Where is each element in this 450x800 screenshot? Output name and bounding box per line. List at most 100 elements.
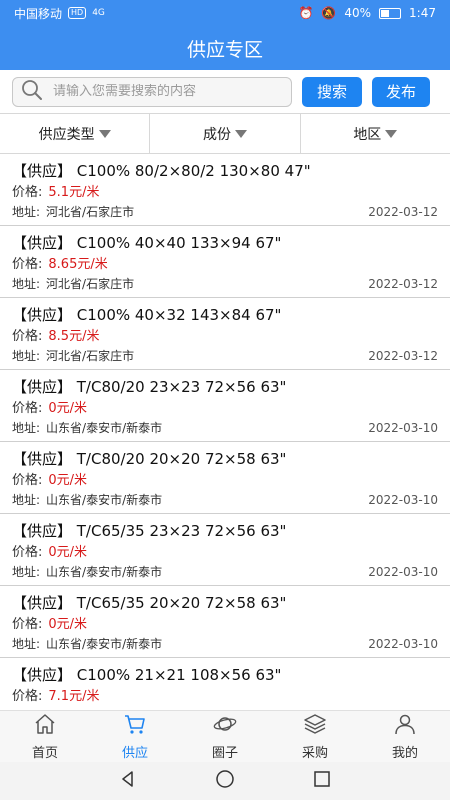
item-date: 2022-03-10 (368, 565, 438, 579)
person-icon (393, 712, 417, 740)
search-input[interactable] (53, 84, 263, 99)
back-icon[interactable] (117, 768, 139, 794)
item-title: 【供应】 C100% 40×32 143×84 67" (12, 306, 282, 324)
filter-supply-type[interactable]: 供应类型 (0, 114, 151, 153)
search-button[interactable]: 搜索 (302, 76, 362, 107)
item-price: 7.1元/米 (48, 689, 100, 704)
address-label: 地址: (12, 205, 41, 219)
filter-label: 成份 (202, 126, 231, 143)
item-date: 2022-03-12 (368, 205, 438, 219)
system-navbar (0, 762, 450, 800)
tab-label: 我的 (391, 746, 418, 761)
status-bar: 中国移动 HD 4G ⏰ 🔕 40% 1:47 (0, 0, 450, 26)
supply-list: 【供应】 C100% 80/2×80/2 130×80 47" 价格: 5.1元/… (0, 154, 450, 710)
item-date: 2022-03-10 (368, 493, 438, 507)
hd-badge: HD (68, 7, 87, 19)
filter-label: 供应类型 (38, 126, 95, 143)
page-header: 供应专区 (0, 26, 450, 70)
item-title: 【供应】 T/C65/35 23×23 72×56 63" (12, 522, 287, 540)
address-label: 地址: (12, 493, 41, 507)
tab-label: 供应 (121, 746, 148, 761)
tab-label: 圈子 (211, 746, 238, 761)
list-item[interactable]: 【供应】 T/C65/35 23×23 72×56 63" 价格: 0元/米 地址… (0, 514, 450, 586)
tab-circle[interactable]: 圈子 (180, 711, 270, 762)
address-label: 地址: (12, 349, 41, 363)
clock: 1:47 (409, 6, 436, 20)
item-date: 2022-03-10 (368, 421, 438, 435)
carrier-label: 中国移动 (14, 6, 63, 21)
list-item[interactable]: 【供应】 C100% 21×21 108×56 63" 价格: 7.1元/米 (0, 658, 450, 710)
tab-purchase[interactable]: 采购 (270, 711, 360, 762)
home-circle-icon[interactable] (214, 768, 236, 794)
tab-profile[interactable]: 我的 (360, 711, 450, 762)
home-icon (33, 712, 57, 740)
price-label: 价格: (12, 401, 43, 416)
item-price: 8.65元/米 (48, 257, 108, 272)
item-title: 【供应】 T/C80/20 23×23 72×56 63" (12, 378, 287, 396)
item-date: 2022-03-12 (368, 349, 438, 363)
address-label: 地址: (12, 277, 41, 291)
item-price: 0元/米 (48, 473, 88, 488)
alarm-icon: ⏰ (298, 6, 314, 20)
item-address: 河北省/石家庄市 (46, 349, 135, 363)
mute-icon: 🔕 (321, 6, 337, 20)
address-label: 地址: (12, 637, 41, 651)
caret-down-icon (234, 129, 247, 138)
tab-label: 采购 (301, 746, 328, 761)
recents-icon[interactable] (311, 768, 333, 794)
item-address: 山东省/泰安市/新泰市 (46, 565, 163, 579)
item-price: 0元/米 (48, 401, 88, 416)
list-item[interactable]: 【供应】 C100% 40×40 133×94 67" 价格: 8.65元/米 地… (0, 226, 450, 298)
filter-composition[interactable]: 成份 (150, 114, 301, 153)
item-address: 山东省/泰安市/新泰市 (46, 637, 163, 651)
item-price: 0元/米 (48, 545, 88, 560)
item-title: 【供应】 T/C65/35 20×20 72×58 63" (12, 594, 287, 612)
page-title: 供应专区 (186, 38, 263, 61)
stack-icon (303, 712, 327, 740)
price-label: 价格: (12, 689, 43, 704)
caret-down-icon (385, 129, 398, 138)
list-item[interactable]: 【供应】 T/C80/20 23×23 72×56 63" 价格: 0元/米 地址… (0, 370, 450, 442)
item-address: 山东省/泰安市/新泰市 (46, 421, 163, 435)
tab-label: 首页 (31, 746, 58, 761)
item-date: 2022-03-12 (368, 277, 438, 291)
list-item[interactable]: 【供应】 C100% 80/2×80/2 130×80 47" 价格: 5.1元/… (0, 154, 450, 226)
filter-region[interactable]: 地区 (301, 114, 450, 153)
bottom-tabbar: 首页 供应 圈子 采购 我的 (0, 710, 450, 762)
address-label: 地址: (12, 421, 41, 435)
item-address: 河北省/石家庄市 (46, 277, 135, 291)
battery-percent: 40% (344, 6, 372, 20)
item-title: 【供应】 C100% 40×40 133×94 67" (12, 234, 282, 252)
price-label: 价格: (12, 473, 43, 488)
planet-icon (213, 712, 237, 740)
item-title: 【供应】 C100% 80/2×80/2 130×80 47" (12, 162, 311, 180)
item-price: 5.1元/米 (48, 185, 100, 200)
list-item[interactable]: 【供应】 T/C80/20 20×20 72×58 63" 价格: 0元/米 地址… (0, 442, 450, 514)
list-item[interactable]: 【供应】 C100% 40×32 143×84 67" 价格: 8.5元/米 地址… (0, 298, 450, 370)
price-label: 价格: (12, 545, 43, 560)
caret-down-icon (98, 129, 111, 138)
battery-icon (379, 7, 402, 19)
item-date: 2022-03-10 (368, 637, 438, 651)
tab-home[interactable]: 首页 (0, 711, 90, 762)
search-box[interactable] (12, 76, 292, 107)
search-row: 搜索 发布 (0, 70, 450, 114)
filter-label: 地区 (353, 126, 382, 143)
price-label: 价格: (12, 185, 43, 200)
item-price: 8.5元/米 (48, 329, 100, 344)
price-label: 价格: (12, 257, 43, 272)
price-label: 价格: (12, 329, 43, 344)
list-item[interactable]: 【供应】 T/C65/35 20×20 72×58 63" 价格: 0元/米 地址… (0, 586, 450, 658)
item-title: 【供应】 T/C80/20 20×20 72×58 63" (12, 450, 287, 468)
address-label: 地址: (12, 565, 41, 579)
search-icon (21, 79, 43, 105)
tab-supply[interactable]: 供应 (90, 711, 180, 762)
cart-icon (123, 712, 147, 740)
item-address: 山东省/泰安市/新泰市 (46, 493, 163, 507)
item-price: 0元/米 (48, 617, 88, 632)
network-label: 4G (92, 8, 105, 18)
price-label: 价格: (12, 617, 43, 632)
item-title: 【供应】 C100% 21×21 108×56 63" (12, 666, 282, 684)
item-address: 河北省/石家庄市 (46, 205, 135, 219)
publish-button[interactable]: 发布 (372, 76, 430, 107)
